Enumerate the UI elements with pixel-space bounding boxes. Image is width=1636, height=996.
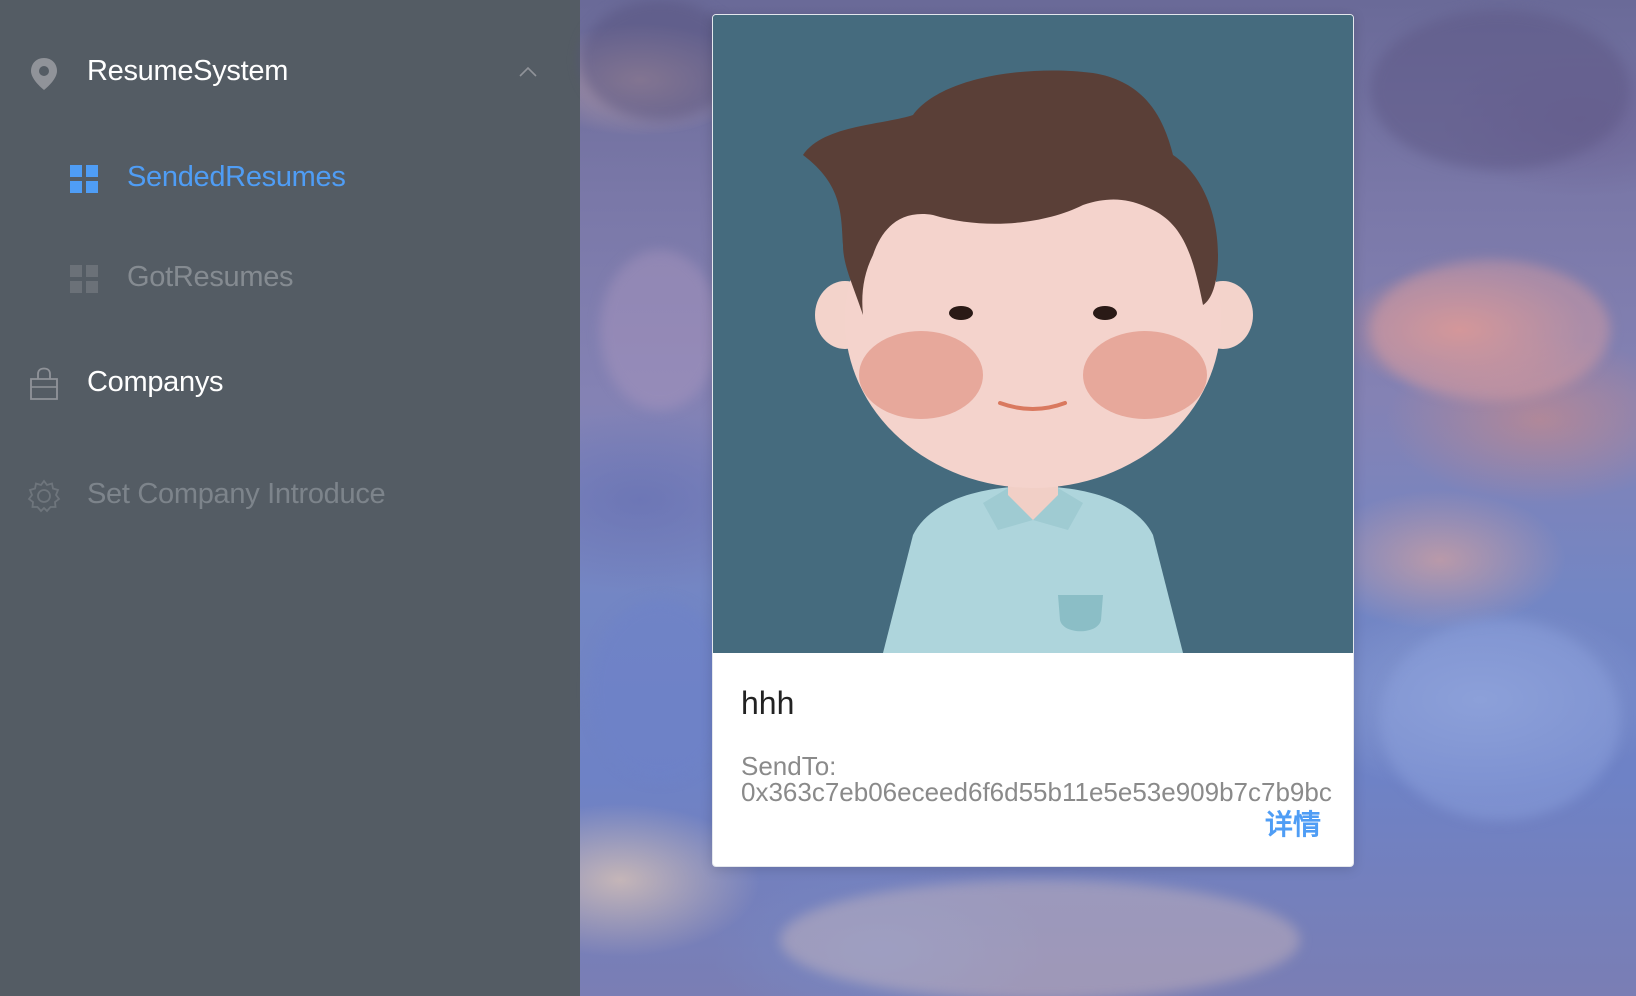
submenu-resume-system[interactable]: ResumeSystem xyxy=(0,38,580,108)
sidebar-item-companys[interactable]: Companys xyxy=(0,349,580,419)
shopping-bag-icon xyxy=(26,366,62,402)
sidebar-menu: ResumeSystem SendedResumes GotResumes Co… xyxy=(0,0,580,996)
sidebar-item-got-resumes-label: GotResumes xyxy=(127,261,294,293)
cloud-decoration xyxy=(590,600,730,780)
sidebar-item-sended-resumes-label: SendedResumes xyxy=(127,161,346,193)
sidebar-item-got-resumes[interactable]: GotResumes xyxy=(0,243,580,313)
detail-link[interactable]: 详情 xyxy=(1265,803,1321,843)
sidebar-item-set-company-introduce-label: Set Company Introduce xyxy=(87,478,386,510)
resume-card: hhh SendTo: 0x363c7eb06eceed6f6d55b11e5e… xyxy=(712,14,1354,867)
submenu-resume-system-label: ResumeSystem xyxy=(87,55,289,87)
chevron-up-icon[interactable] xyxy=(516,60,540,84)
cloud-decoration xyxy=(1370,10,1630,170)
sidebar-item-set-company-introduce[interactable]: Set Company Introduce xyxy=(0,461,580,531)
sidebar-item-sended-resumes[interactable]: SendedResumes xyxy=(0,143,580,213)
cartoon-boy-avatar xyxy=(713,15,1353,653)
grid-icon xyxy=(68,263,100,295)
resume-name: hhh xyxy=(741,685,795,721)
cloud-decoration xyxy=(600,250,720,410)
cloud-decoration xyxy=(780,880,1300,996)
gear-icon xyxy=(26,478,62,514)
cloud-decoration xyxy=(1370,260,1610,400)
sendto-label: SendTo: xyxy=(741,751,837,781)
sidebar-item-companys-label: Companys xyxy=(87,366,224,398)
grid-icon xyxy=(68,163,100,195)
cloud-decoration xyxy=(1380,620,1620,820)
location-pin-icon xyxy=(27,56,61,92)
app-root: ResumeSystem SendedResumes GotResumes Co… xyxy=(0,0,1636,996)
sendto-address: 0x363c7eb06eceed6f6d55b11e5e53e909b7c7b9… xyxy=(741,779,1332,805)
